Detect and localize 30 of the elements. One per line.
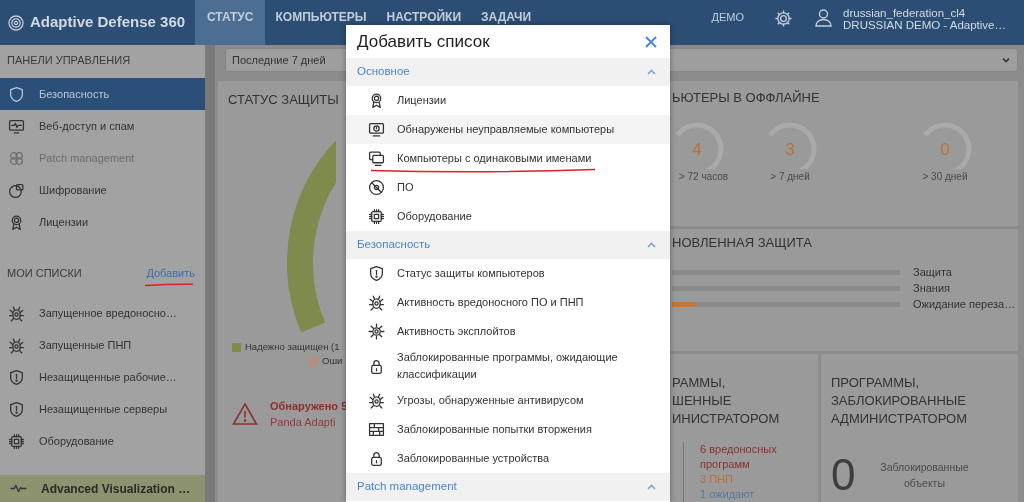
bar-label: Защита xyxy=(913,264,952,280)
user-organization: DRUSSIAN DEMO - Adaptive… xyxy=(843,19,1006,33)
count-value: 0 xyxy=(831,450,856,500)
user-name: drussian_federation_cl4 xyxy=(843,6,967,21)
legend-label: Надежно защищен (1 xyxy=(245,339,340,354)
count-text: 3 ПНП xyxy=(700,472,734,487)
count-text: 6 вредоносных программ xyxy=(700,442,778,472)
legend-label: Оши xyxy=(322,353,343,368)
panel-title: НОВЛЕННАЯ ЗАЩИТА xyxy=(672,234,813,252)
gauge-value: 0 xyxy=(940,140,950,159)
section-title: ПАНЕЛИ УПРАВЛЕНИЯ xyxy=(6,53,132,68)
gauge-caption: > 7 дней xyxy=(770,170,810,184)
bar-label: Знания xyxy=(913,280,950,296)
section-title: МОИ СПИСКИ xyxy=(7,266,82,281)
dialog-title: Добавить список xyxy=(357,30,490,53)
alert-text: Panda Adapti xyxy=(270,415,337,430)
panel-title: РАММЫ, ШЕННЫЕ ИНИСТРАТОРОМ xyxy=(672,374,781,428)
panel-title: ПРОГРАММЫ, ЗАБЛОКИРОВАННЫЕ АДМИНИСТРАТОРОМ xyxy=(831,374,968,428)
gauge-value: 4 xyxy=(692,140,702,159)
count-caption: Заблокированные объекты xyxy=(879,460,970,491)
bar-label: Ожидание переза… xyxy=(913,296,1016,312)
gauge-caption: > 30 дней xyxy=(922,170,968,184)
gauge-caption: > 72 часов xyxy=(678,170,729,184)
footer-label: Advanced Visualization … xyxy=(41,480,191,498)
count-text: 1 ожидают xyxy=(700,487,756,502)
panel-title: СТАТУС ЗАЩИТЫ xyxy=(228,91,340,109)
gauge-value: 3 xyxy=(785,140,795,159)
brand-name: Adaptive Defense 360 xyxy=(30,12,186,33)
account-label: ДЕМО xyxy=(711,10,745,25)
panel-title: ЬЮТЕРЫ В ОФФЛАЙНЕ xyxy=(672,89,821,107)
